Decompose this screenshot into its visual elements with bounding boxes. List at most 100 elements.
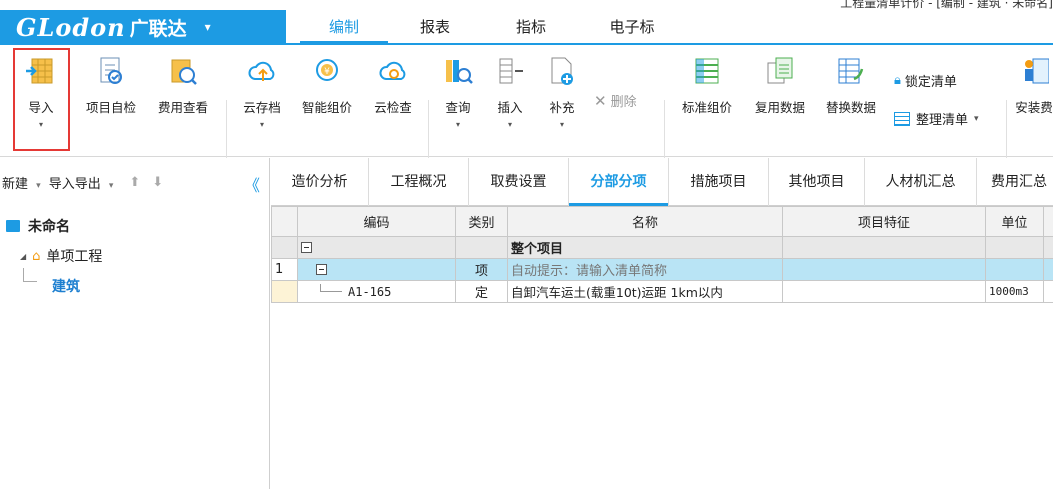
install-fee-label: 安装费 [1015, 100, 1053, 115]
tree-toolbar: 新建 ▾ 导入导出 ▾ ⬆ ⬇ [0, 158, 269, 206]
replace-data-icon [838, 58, 864, 84]
tab-cost-summary[interactable]: 费用汇总 [977, 158, 1053, 206]
table-row[interactable]: 1 项 自动提示：请输入清单简称 [271, 258, 1053, 281]
tab-other-items[interactable]: 其他项目 [769, 158, 865, 206]
type-cell[interactable] [455, 236, 508, 259]
tree-node-single-project[interactable]: ◢ ⌂ 单项工程 [20, 246, 102, 266]
name-cell[interactable]: 自动提示：请输入清单简称 [507, 258, 783, 281]
query-button[interactable]: 查询 ▾ [436, 55, 480, 129]
col-header-type[interactable]: 类别 [455, 206, 508, 237]
replace-data-button[interactable]: 替换数据 [818, 55, 884, 116]
menu-tab-e-bid[interactable]: 电子标 [592, 10, 672, 44]
reuse-data-label: 复用数据 [754, 100, 805, 115]
delete-label: 删除 [610, 95, 637, 110]
add-doc-icon [551, 57, 573, 85]
extra-cell [1043, 258, 1053, 281]
supplement-button[interactable]: 补充 ▾ [540, 55, 584, 129]
cloud-save-button[interactable]: 云存档 ▾ [234, 55, 290, 129]
insert-label: 插入 [497, 100, 523, 115]
chevron-down-icon: ▾ [259, 120, 264, 129]
row-index [271, 236, 298, 259]
row-index: 1 [271, 258, 298, 281]
project-tree-panel: 新建 ▾ 导入导出 ▾ ⬆ ⬇ 《 未命名 ◢ ⌂ 单项工程 建筑 [0, 158, 270, 489]
cloud-save-label: 云存档 [243, 100, 281, 115]
tab-material-summary[interactable]: 人材机汇总 [865, 158, 977, 206]
delete-button[interactable]: ✕ 删除 [594, 91, 637, 111]
name-cell[interactable]: 整个项目 [507, 236, 783, 259]
title-strip: 工程量清单计价 - [编制 - 建筑 · 未命名] [0, 0, 1053, 10]
smart-price-icon: ¥ [316, 59, 338, 81]
table-row[interactable]: 整个项目 [271, 236, 1053, 259]
insert-row-icon [499, 58, 523, 84]
tab-cost-analysis[interactable]: 造价分析 [271, 158, 369, 206]
tab-sub-items[interactable]: 分部分项 [569, 158, 669, 206]
bill-grid: 编码 类别 名称 项目特征 单位 整个项目 1 项 自动提示：请输入清单简称 A… [271, 206, 1053, 489]
unit-cell[interactable] [985, 236, 1044, 259]
supplement-label: 补充 [549, 100, 575, 115]
unit-cell[interactable] [985, 258, 1044, 281]
tab-measure-items[interactable]: 措施项目 [669, 158, 769, 206]
feature-cell[interactable] [782, 280, 986, 303]
name-cell[interactable]: 自卸汽车运土(载重10t)运距 1km以内 [507, 280, 783, 303]
chevron-down-icon: ▾ [455, 120, 460, 129]
tab-fee-settings[interactable]: 取费设置 [469, 158, 569, 206]
tab-project-overview[interactable]: 工程概况 [369, 158, 469, 206]
move-down-icon[interactable]: ⬇ [152, 175, 163, 190]
col-header-index [271, 206, 298, 237]
insert-button[interactable]: 插入 ▾ [488, 55, 532, 129]
list-icon [894, 111, 910, 126]
home-icon: ⌂ [32, 248, 41, 264]
menu-tab-edit[interactable]: 编制 [300, 10, 388, 44]
query-label: 查询 [445, 100, 471, 115]
type-cell[interactable]: 项 [455, 258, 508, 281]
standard-price-label: 标准组价 [681, 100, 732, 115]
menu-tab-report[interactable]: 报表 [400, 10, 470, 44]
code-cell[interactable] [297, 236, 456, 259]
tree-root-label: 未命名 [28, 219, 70, 235]
code-cell[interactable]: A1-165 [297, 280, 456, 303]
query-books-icon [446, 60, 473, 84]
install-worker-icon [1025, 58, 1049, 84]
col-header-unit[interactable]: 单位 [985, 206, 1044, 237]
col-header-code[interactable]: 编码 [297, 206, 456, 237]
new-button[interactable]: 新建 ▾ [2, 173, 45, 192]
unit-cell[interactable]: 1000m3 [985, 280, 1044, 303]
col-header-name[interactable]: 名称 [507, 206, 783, 237]
code-cell[interactable] [297, 258, 456, 281]
reuse-data-button[interactable]: 复用数据 [748, 55, 812, 116]
lock-list-button[interactable]: 🔒︎ 锁定清单 [894, 71, 957, 90]
self-check-button[interactable]: 项目自检 [78, 55, 144, 116]
feature-cell[interactable] [782, 258, 986, 281]
cost-view-button[interactable]: 费用查看 [150, 55, 216, 116]
menu-tab-indicator[interactable]: 指标 [496, 10, 566, 44]
smart-price-button[interactable]: ¥ 智能组价 [294, 55, 360, 116]
tree-root-project[interactable]: 未命名 [6, 216, 70, 236]
smart-price-label: 智能组价 [301, 100, 352, 115]
type-cell[interactable]: 定 [455, 280, 508, 303]
standard-price-button[interactable]: 标准组价 [674, 55, 740, 116]
cost-view-label: 费用查看 [157, 100, 208, 115]
tree-leaf-building[interactable]: 建筑 [52, 276, 80, 296]
move-up-icon[interactable]: ⬆ [129, 175, 140, 190]
cloud-check-icon [379, 61, 406, 80]
feature-cell[interactable] [782, 236, 986, 259]
install-fee-button[interactable]: 安装费 [1014, 55, 1053, 116]
cloud-check-button[interactable]: 云检查 [366, 55, 420, 116]
extra-cell [1043, 236, 1053, 259]
close-icon: ✕ [594, 91, 607, 110]
reuse-data-icon [767, 57, 793, 84]
collapse-box-icon[interactable] [301, 242, 312, 253]
collapse-panel-icon[interactable]: 《 [244, 172, 260, 196]
ribbon-toolbar: 导入 ▾ 项目自检 费用查看 云存档 ▾ ¥ 智能组价 云检查 查询 ▾ 插入 … [0, 45, 1053, 190]
content-tabs: 造价分析 工程概况 取费设置 分部分项 措施项目 其他项目 人材机汇总 费用汇总 [271, 158, 1053, 206]
app-logo-menu[interactable]: GLodon 广联达 ▾ [0, 10, 286, 44]
table-row[interactable]: A1-165 定 自卸汽车运土(载重10t)运距 1km以内 1000m3 [271, 280, 1053, 303]
cost-search-icon [171, 59, 197, 85]
tree-connector [320, 284, 342, 292]
extra-cell [1043, 280, 1053, 303]
col-header-feature[interactable]: 项目特征 [782, 206, 986, 237]
arrange-list-button[interactable]: 整理清单 ▾ [894, 109, 979, 128]
chevron-down-icon: ▾ [204, 20, 211, 34]
collapse-box-icon[interactable] [316, 264, 327, 275]
import-export-button[interactable]: 导入导出 ▾ [49, 173, 118, 192]
